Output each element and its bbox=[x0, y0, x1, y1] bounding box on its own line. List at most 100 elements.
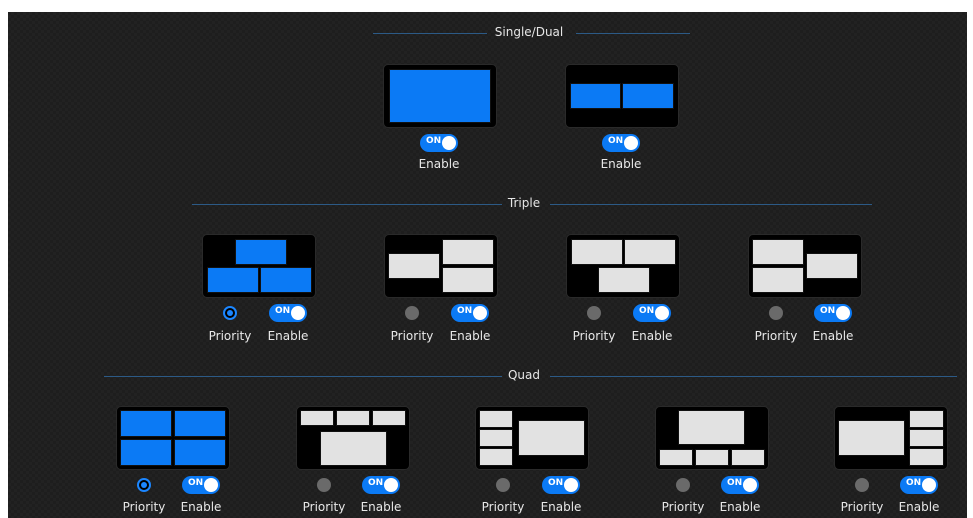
layout-tile bbox=[388, 253, 440, 279]
toggle-label: ON bbox=[820, 306, 836, 316]
priority-label: Priority bbox=[840, 500, 884, 514]
layout-tile bbox=[598, 267, 650, 293]
priority-radio-triple-2[interactable] bbox=[405, 306, 419, 320]
layout-tile bbox=[518, 420, 585, 456]
priority-radio-quad-3[interactable] bbox=[496, 478, 510, 492]
layout-thumb-quad-1[interactable] bbox=[116, 406, 230, 470]
toggle-label: ON bbox=[368, 478, 384, 488]
toggle-label: ON bbox=[727, 478, 743, 488]
enable-label: Enable bbox=[180, 500, 222, 514]
layout-thumb-triple-3[interactable] bbox=[566, 234, 680, 298]
layout-thumb-quad-2[interactable] bbox=[296, 406, 410, 470]
layout-tile bbox=[659, 449, 693, 466]
enable-label: Enable bbox=[449, 329, 491, 343]
toggle-label: ON bbox=[426, 136, 442, 146]
enable-toggle-quad-1[interactable]: ON bbox=[182, 476, 220, 494]
enable-toggle-quad-4[interactable]: ON bbox=[721, 476, 759, 494]
priority-radio-triple-4[interactable] bbox=[769, 306, 783, 320]
toggle-knob bbox=[204, 478, 218, 492]
toggle-knob bbox=[836, 306, 850, 320]
toggle-label: ON bbox=[188, 478, 204, 488]
layout-tile bbox=[752, 267, 804, 293]
enable-toggle-triple-1[interactable]: ON bbox=[269, 304, 307, 322]
section-title-quad: Quad bbox=[507, 368, 541, 382]
priority-radio-triple-3[interactable] bbox=[587, 306, 601, 320]
priority-label: Priority bbox=[302, 500, 346, 514]
enable-label: Enable bbox=[600, 157, 642, 171]
layout-tile bbox=[479, 429, 513, 447]
layout-tile bbox=[695, 449, 729, 466]
layout-thumb-triple-4[interactable] bbox=[748, 234, 862, 298]
enable-label: Enable bbox=[360, 500, 402, 514]
enable-toggle-quad-5[interactable]: ON bbox=[900, 476, 938, 494]
enable-label: Enable bbox=[812, 329, 854, 343]
layout-thumb-quad-5[interactable] bbox=[834, 406, 948, 470]
layout-thumb-triple-2[interactable] bbox=[384, 234, 498, 298]
section-divider-right bbox=[550, 204, 872, 205]
layout-tile bbox=[320, 431, 387, 466]
layout-tile bbox=[622, 83, 674, 109]
priority-label: Priority bbox=[390, 329, 434, 343]
priority-radio-quad-2[interactable] bbox=[317, 478, 331, 492]
layout-tile bbox=[838, 420, 905, 456]
toggle-knob bbox=[922, 478, 936, 492]
section-divider-right bbox=[576, 33, 690, 34]
enable-toggle-quad-3[interactable]: ON bbox=[542, 476, 580, 494]
layout-tile bbox=[909, 448, 944, 466]
layout-thumb-quad-4[interactable] bbox=[655, 406, 769, 470]
toggle-knob bbox=[473, 306, 487, 320]
layout-tile bbox=[174, 439, 226, 466]
priority-label: Priority bbox=[122, 500, 166, 514]
layout-thumb-dual[interactable] bbox=[565, 64, 679, 128]
toggle-knob bbox=[655, 306, 669, 320]
layout-tile bbox=[909, 410, 944, 428]
layout-tile bbox=[678, 410, 745, 445]
enable-toggle-triple-4[interactable]: ON bbox=[814, 304, 852, 322]
layout-settings-panel: Single/Dual ON Enable ON Enable Triple O… bbox=[8, 12, 967, 518]
layout-tile bbox=[752, 239, 804, 265]
section-divider-left bbox=[192, 204, 502, 205]
layout-tile bbox=[571, 239, 623, 265]
layout-thumb-single[interactable] bbox=[383, 64, 497, 128]
enable-toggle-dual[interactable]: ON bbox=[602, 134, 640, 152]
enable-label: Enable bbox=[631, 329, 673, 343]
enable-toggle-triple-2[interactable]: ON bbox=[451, 304, 489, 322]
layout-tile bbox=[235, 239, 287, 265]
priority-label: Priority bbox=[754, 329, 798, 343]
enable-label: Enable bbox=[719, 500, 761, 514]
layout-tile bbox=[806, 253, 858, 279]
toggle-knob bbox=[442, 136, 456, 150]
priority-radio-triple-1[interactable] bbox=[223, 306, 237, 320]
toggle-knob bbox=[564, 478, 578, 492]
priority-radio-quad-5[interactable] bbox=[855, 478, 869, 492]
layout-thumb-quad-3[interactable] bbox=[475, 406, 589, 470]
enable-label: Enable bbox=[418, 157, 460, 171]
section-divider-left bbox=[373, 33, 487, 34]
section-title-triple: Triple bbox=[507, 196, 541, 210]
toggle-label: ON bbox=[548, 478, 564, 488]
priority-label: Priority bbox=[208, 329, 252, 343]
section-divider-right bbox=[550, 376, 957, 377]
enable-toggle-single[interactable]: ON bbox=[420, 134, 458, 152]
enable-label: Enable bbox=[898, 500, 940, 514]
enable-label: Enable bbox=[267, 329, 309, 343]
toggle-label: ON bbox=[906, 478, 922, 488]
priority-radio-quad-1[interactable] bbox=[137, 478, 151, 492]
priority-radio-quad-4[interactable] bbox=[676, 478, 690, 492]
layout-tile bbox=[120, 439, 172, 466]
layout-tile bbox=[260, 267, 312, 293]
toggle-knob bbox=[743, 478, 757, 492]
enable-label: Enable bbox=[540, 500, 582, 514]
toggle-label: ON bbox=[457, 306, 473, 316]
toggle-label: ON bbox=[608, 136, 624, 146]
layout-thumb-triple-1[interactable] bbox=[202, 234, 316, 298]
enable-toggle-triple-3[interactable]: ON bbox=[633, 304, 671, 322]
layout-tile bbox=[442, 239, 494, 265]
layout-tile bbox=[570, 83, 621, 109]
layout-tile bbox=[479, 410, 513, 428]
toggle-knob bbox=[291, 306, 305, 320]
layout-tile bbox=[372, 410, 406, 426]
toggle-knob bbox=[384, 478, 398, 492]
enable-toggle-quad-2[interactable]: ON bbox=[362, 476, 400, 494]
layout-tile bbox=[120, 410, 172, 437]
